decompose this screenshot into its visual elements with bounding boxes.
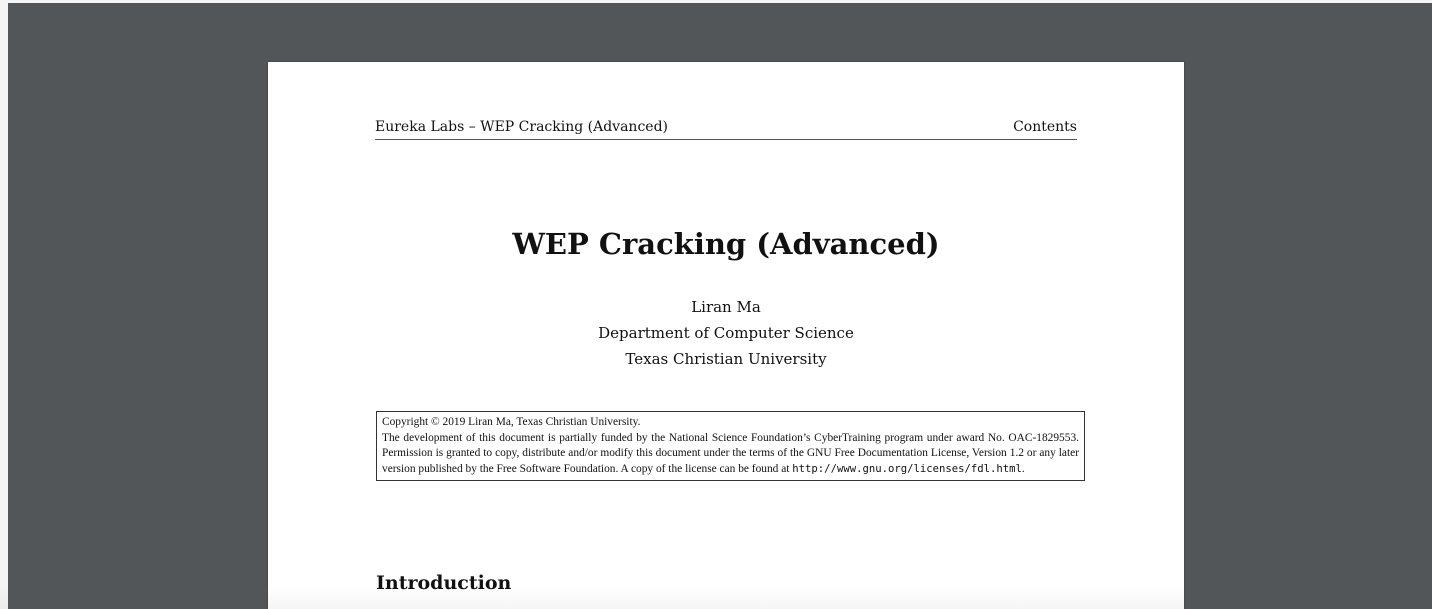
copyright-body-end: . [1021,462,1025,475]
copyright-line: Copyright © 2019 Liran Ma, Texas Christi… [382,416,641,428]
running-header-contents-link[interactable]: Contents [1013,119,1077,135]
sidebar-edge [0,0,8,609]
author-name: Liran Ma [691,298,761,316]
pdf-viewer[interactable]: Eureka Labs – WEP Cracking (Advanced) Co… [0,0,1432,609]
toolbar-edge [0,0,1432,3]
running-header-title: Eureka Labs – WEP Cracking (Advanced) [375,119,669,135]
pdf-page[interactable]: Eureka Labs – WEP Cracking (Advanced) Co… [268,62,1184,609]
license-url-link[interactable]: http://www.gnu.org/licenses/fdl.html [792,463,1022,475]
author-university: Texas Christian University [625,350,827,368]
document-title: WEP Cracking (Advanced) [512,227,940,261]
author-block: Liran Ma Department of Computer Science … [268,294,1184,372]
author-department: Department of Computer Science [598,324,854,342]
running-header: Eureka Labs – WEP Cracking (Advanced) Co… [375,119,1077,140]
copyright-notice: Copyright © 2019 Liran Ma, Texas Christi… [376,411,1085,481]
section-heading-introduction: Introduction [376,572,512,594]
copyright-body: The development of this document is part… [382,431,1079,478]
